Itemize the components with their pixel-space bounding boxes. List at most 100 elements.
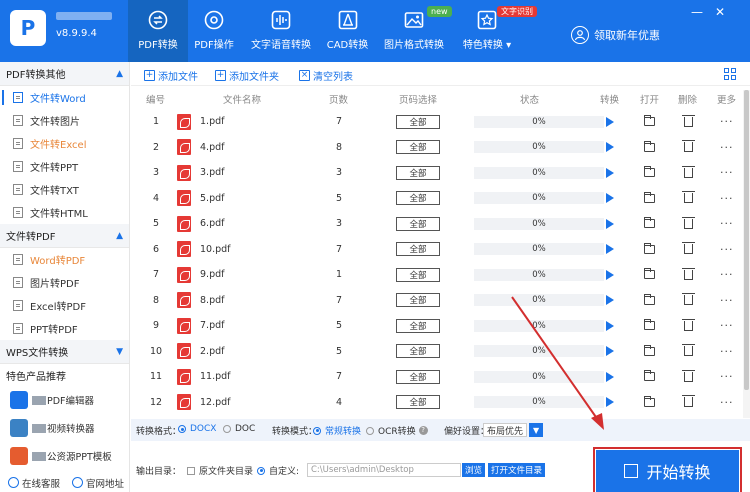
featured-pdf-editor[interactable]: PDF编辑器 bbox=[0, 386, 129, 414]
tab-pdf-operations[interactable]: PDF操作 bbox=[190, 0, 238, 62]
more-icon[interactable]: ··· bbox=[720, 160, 734, 186]
folder-icon[interactable] bbox=[644, 288, 655, 314]
page-range-select[interactable]: 全部 bbox=[396, 135, 440, 161]
sidebar-section-wps[interactable]: WPS文件转换 ▼ bbox=[0, 340, 129, 364]
output-path-field[interactable]: C:\Users\admin\Desktop bbox=[307, 463, 461, 477]
tab-text-audio[interactable]: 文字语音转换 bbox=[250, 0, 312, 62]
mode-ocr-radio[interactable]: OCR转换? bbox=[366, 424, 428, 437]
trash-icon[interactable] bbox=[682, 390, 695, 416]
more-icon[interactable]: ··· bbox=[720, 390, 734, 416]
sidebar-item-to-word[interactable]: 文件转Word bbox=[0, 86, 129, 109]
table-row[interactable]: 7 9.pdf 1 全部 0% ··· bbox=[131, 262, 743, 288]
more-icon[interactable]: ··· bbox=[720, 262, 734, 288]
play-icon[interactable] bbox=[606, 186, 614, 212]
more-icon[interactable]: ··· bbox=[720, 211, 734, 237]
help-icon[interactable]: ? bbox=[418, 426, 428, 435]
trash-icon[interactable] bbox=[682, 262, 695, 288]
new-year-offer-link[interactable]: 领取新年优惠 bbox=[571, 26, 660, 44]
play-icon[interactable] bbox=[606, 135, 614, 161]
table-row[interactable]: 2 4.pdf 8 全部 0% ··· bbox=[131, 135, 743, 161]
scrollbar-thumb[interactable] bbox=[744, 90, 749, 390]
table-row[interactable]: 11 11.pdf 7 全部 0% ··· bbox=[131, 364, 743, 390]
sidebar-item-to-image[interactable]: 文件转图片 bbox=[0, 109, 129, 132]
sidebar-section-pdf-other[interactable]: PDF转换其他 ▲ bbox=[0, 62, 129, 86]
page-range-select[interactable]: 全部 bbox=[396, 390, 440, 416]
folder-icon[interactable] bbox=[644, 160, 655, 186]
featured-ppt-templates[interactable]: 公资源PPT模板 bbox=[0, 442, 129, 470]
play-icon[interactable] bbox=[606, 109, 614, 135]
trash-icon[interactable] bbox=[682, 339, 695, 365]
browse-button[interactable]: 浏览 bbox=[462, 463, 486, 477]
page-range-select[interactable]: 全部 bbox=[396, 313, 440, 339]
layout-preference-dropdown[interactable]: 布局优先 ▼ bbox=[483, 423, 544, 437]
more-icon[interactable]: ··· bbox=[720, 339, 734, 365]
trash-icon[interactable] bbox=[682, 109, 695, 135]
folder-icon[interactable] bbox=[644, 339, 655, 365]
folder-icon[interactable] bbox=[644, 109, 655, 135]
sidebar-item-image-to-pdf[interactable]: 图片转PDF bbox=[0, 271, 129, 294]
folder-icon[interactable] bbox=[644, 390, 655, 416]
trash-icon[interactable] bbox=[682, 211, 695, 237]
more-icon[interactable]: ··· bbox=[720, 109, 734, 135]
mode-normal-radio[interactable]: 常规转换 bbox=[313, 424, 361, 437]
table-row[interactable]: 6 10.pdf 7 全部 0% ··· bbox=[131, 237, 743, 263]
sidebar-item-to-html[interactable]: 文件转HTML bbox=[0, 201, 129, 224]
folder-icon[interactable] bbox=[644, 364, 655, 390]
open-folder-button[interactable]: 打开文件目录 bbox=[488, 463, 546, 477]
trash-icon[interactable] bbox=[682, 288, 695, 314]
play-icon[interactable] bbox=[606, 390, 614, 416]
page-range-select[interactable]: 全部 bbox=[396, 288, 440, 314]
play-icon[interactable] bbox=[606, 237, 614, 263]
play-icon[interactable] bbox=[606, 211, 614, 237]
page-range-select[interactable]: 全部 bbox=[396, 211, 440, 237]
table-row[interactable]: 1 1.pdf 7 全部 0% ··· bbox=[131, 109, 743, 135]
sidebar-item-to-excel[interactable]: 文件转Excel bbox=[0, 132, 129, 155]
folder-icon[interactable] bbox=[644, 313, 655, 339]
table-row[interactable]: 10 2.pdf 5 全部 0% ··· bbox=[131, 339, 743, 365]
close-icon[interactable]: ✕ bbox=[712, 4, 728, 20]
page-range-select[interactable]: 全部 bbox=[396, 364, 440, 390]
trash-icon[interactable] bbox=[682, 364, 695, 390]
more-icon[interactable]: ··· bbox=[720, 237, 734, 263]
table-row[interactable]: 8 8.pdf 7 全部 0% ··· bbox=[131, 288, 743, 314]
folder-icon[interactable] bbox=[644, 186, 655, 212]
tab-pdf-convert[interactable]: PDF转换 bbox=[128, 0, 188, 62]
output-original-checkbox[interactable]: 原文件夹目录 bbox=[187, 464, 253, 477]
more-icon[interactable]: ··· bbox=[720, 313, 734, 339]
tab-cad-convert[interactable]: CAD转换 bbox=[325, 0, 370, 62]
table-row[interactable]: 5 6.pdf 3 全部 0% ··· bbox=[131, 211, 743, 237]
add-folder-button[interactable]: + 添加文件夹 bbox=[215, 68, 279, 83]
online-service-link[interactable]: 在线客服 bbox=[8, 476, 60, 490]
trash-icon[interactable] bbox=[682, 237, 695, 263]
clear-list-button[interactable]: × 清空列表 bbox=[299, 68, 353, 83]
table-row[interactable]: 3 3.pdf 3 全部 0% ··· bbox=[131, 160, 743, 186]
trash-icon[interactable] bbox=[682, 313, 695, 339]
sidebar-item-to-txt[interactable]: 文件转TXT bbox=[0, 178, 129, 201]
sidebar-section-to-pdf[interactable]: 文件转PDF ▲ bbox=[0, 224, 129, 248]
folder-icon[interactable] bbox=[644, 135, 655, 161]
website-link[interactable]: 官网地址 bbox=[72, 476, 124, 490]
sidebar-item-excel-to-pdf[interactable]: Excel转PDF bbox=[0, 294, 129, 317]
table-scrollbar[interactable] bbox=[743, 90, 750, 418]
sidebar-item-word-to-pdf[interactable]: Word转PDF bbox=[0, 248, 129, 271]
table-row[interactable]: 4 5.pdf 5 全部 0% ··· bbox=[131, 186, 743, 212]
format-docx-radio[interactable]: DOCX bbox=[178, 424, 216, 434]
format-doc-radio[interactable]: DOC bbox=[223, 424, 255, 434]
page-range-select[interactable]: 全部 bbox=[396, 262, 440, 288]
more-icon[interactable]: ··· bbox=[720, 135, 734, 161]
minimize-icon[interactable]: — bbox=[689, 4, 705, 20]
page-range-select[interactable]: 全部 bbox=[396, 109, 440, 135]
page-range-select[interactable]: 全部 bbox=[396, 339, 440, 365]
play-icon[interactable] bbox=[606, 313, 614, 339]
more-icon[interactable]: ··· bbox=[720, 186, 734, 212]
sidebar-item-to-ppt[interactable]: 文件转PPT bbox=[0, 155, 129, 178]
more-icon[interactable]: ··· bbox=[720, 364, 734, 390]
folder-icon[interactable] bbox=[644, 237, 655, 263]
play-icon[interactable] bbox=[606, 262, 614, 288]
folder-icon[interactable] bbox=[644, 211, 655, 237]
table-row[interactable]: 9 7.pdf 5 全部 0% ··· bbox=[131, 313, 743, 339]
play-icon[interactable] bbox=[606, 288, 614, 314]
folder-icon[interactable] bbox=[644, 262, 655, 288]
page-range-select[interactable]: 全部 bbox=[396, 186, 440, 212]
page-range-select[interactable]: 全部 bbox=[396, 237, 440, 263]
